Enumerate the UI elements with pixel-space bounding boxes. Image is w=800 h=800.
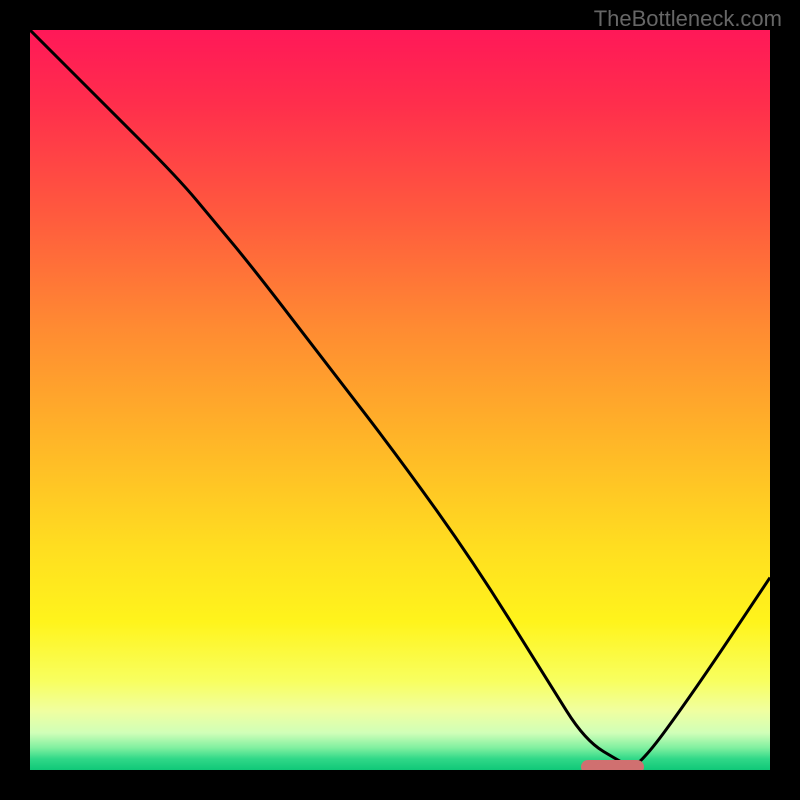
chart-container: TheBottleneck.com <box>0 0 800 800</box>
curve-layer <box>30 30 770 770</box>
optimal-range-marker <box>581 760 644 770</box>
bottleneck-curve <box>30 30 770 767</box>
watermark-text: TheBottleneck.com <box>594 6 782 32</box>
plot-area <box>30 30 770 770</box>
